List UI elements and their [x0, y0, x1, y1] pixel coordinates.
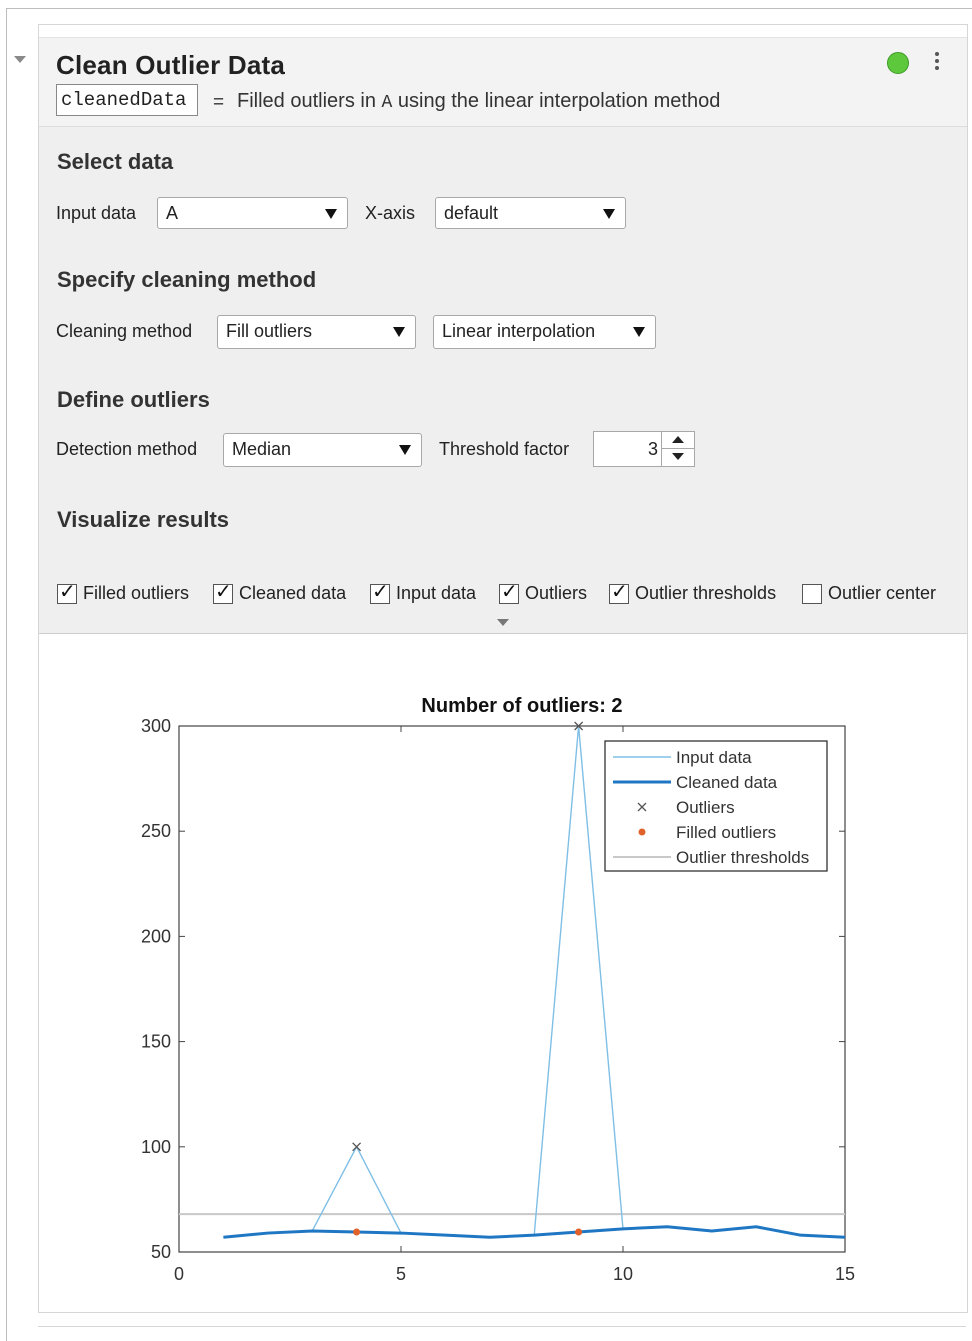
x-axis-value: default — [444, 203, 499, 223]
legend-label: Filled outliers — [676, 823, 776, 842]
outlier-chart: Number of outliers: 2 50 100 150 200 250 300 0 5… — [141, 695, 855, 1284]
checkmark-icon: ✓ — [372, 581, 389, 603]
legend-swatch-filled — [638, 828, 646, 836]
threshold-factor-spinner[interactable]: 3 — [593, 431, 695, 467]
expand-controls-icon[interactable] — [497, 619, 509, 626]
checkmark-icon: ✓ — [501, 581, 518, 603]
checkbox-box[interactable]: ✓ — [370, 581, 390, 604]
live-task-panel: Clean Outlier Data cleanedData = Filled … — [38, 24, 968, 1313]
summary-prefix: Filled outliers in — [237, 90, 382, 112]
input-data-dropdown[interactable]: A — [157, 197, 348, 229]
chevron-down-icon — [633, 327, 645, 337]
select-data-heading: Select data — [57, 149, 174, 174]
legend-label: Outliers — [676, 798, 735, 817]
y-tick-label: 300 — [141, 716, 171, 736]
checkbox-label: Outlier thresholds — [635, 583, 777, 603]
detection-method-dropdown[interactable]: Median — [223, 433, 422, 467]
x-tick-label: 10 — [613, 1264, 633, 1284]
chevron-down-icon — [393, 327, 405, 337]
checkbox-box[interactable]: ✓ — [609, 581, 629, 604]
cleaning-method-label: Cleaning method — [56, 321, 193, 341]
checkbox-label: Filled outliers — [83, 583, 190, 603]
chevron-down-icon — [325, 209, 337, 219]
collapse-section-icon[interactable] — [14, 56, 26, 63]
x-tick-label: 5 — [396, 1264, 406, 1284]
legend-label: Input data — [676, 748, 752, 767]
checkmark-icon: ✓ — [59, 581, 76, 603]
checkbox-box[interactable]: ✓ — [213, 581, 233, 604]
checkbox-label: Input data — [396, 583, 477, 603]
output-variable-field[interactable]: cleanedData — [56, 84, 198, 116]
x-tick-label: 0 — [174, 1264, 184, 1284]
x-tick-label: 15 — [835, 1264, 855, 1284]
detection-method-label: Detection method — [56, 439, 198, 459]
checkmark-icon: ✓ — [215, 581, 232, 603]
page-border-top — [6, 8, 972, 9]
y-tick-label: 150 — [141, 1032, 171, 1052]
checkbox-label: Outlier center — [828, 583, 937, 603]
checkmark-icon: ✓ — [611, 581, 628, 603]
filled-outlier-marker — [353, 1228, 361, 1236]
fill-method-value: Linear interpolation — [442, 321, 596, 341]
options-menu-icon[interactable] — [933, 52, 941, 74]
checkbox-box[interactable]: ✓ — [57, 581, 77, 604]
define-outliers-heading: Define outliers — [57, 387, 210, 412]
cleaning-method-value: Fill outliers — [226, 321, 313, 341]
chart-title: Number of outliers: 2 — [421, 695, 622, 717]
chevron-down-icon — [399, 445, 411, 455]
checkbox-box[interactable]: ✓ — [499, 581, 519, 604]
cleaning-method-heading: Specify cleaning method — [57, 267, 317, 292]
chart-area: Number of outliers: 2 50 100 150 200 250 300 0 5… — [39, 634, 967, 1312]
checkbox-label: Cleaned data — [239, 583, 347, 603]
y-tick-label: 200 — [141, 926, 171, 946]
y-tick-label: 250 — [141, 821, 171, 841]
cleaning-method-dropdown[interactable]: Fill outliers — [217, 315, 416, 349]
task-top-strip — [39, 25, 967, 38]
summary-suffix: using the linear interpolation method — [392, 90, 721, 112]
task-controls: Select data Input data A X-axis default … — [39, 127, 967, 634]
checkbox-label: Outliers — [525, 583, 588, 603]
fill-method-dropdown[interactable]: Linear interpolation — [433, 315, 656, 349]
y-tick-label: 50 — [151, 1242, 171, 1262]
x-axis-dropdown[interactable]: default — [435, 197, 626, 229]
chevron-down-icon — [603, 209, 615, 219]
spinner-down-icon[interactable] — [662, 449, 694, 466]
task-header: Clean Outlier Data cleanedData = Filled … — [39, 38, 967, 127]
legend-label: Cleaned data — [676, 773, 778, 792]
input-data-value: A — [166, 203, 179, 223]
visualize-results-heading: Visualize results — [57, 507, 230, 532]
legend-label: Outlier thresholds — [676, 848, 809, 867]
task-summary: Filled outliers in A using the linear in… — [237, 90, 720, 113]
x-axis-label: X-axis — [365, 203, 416, 223]
summary-variable: A — [381, 93, 393, 113]
input-data-label: Input data — [56, 203, 137, 223]
equals-sign: = — [213, 92, 225, 113]
page-bottom-line — [38, 1326, 966, 1327]
threshold-factor-value: 3 — [647, 439, 658, 459]
status-indicator-icon — [887, 52, 909, 74]
checkbox-box[interactable] — [802, 584, 822, 604]
spinner-buttons — [661, 432, 694, 466]
filled-outlier-marker — [575, 1228, 583, 1236]
threshold-factor-label: Threshold factor — [439, 439, 570, 459]
y-tick-label: 100 — [141, 1137, 171, 1157]
task-title: Clean Outlier Data — [56, 50, 285, 80]
page-border-left — [6, 8, 7, 1341]
spinner-up-icon[interactable] — [662, 432, 694, 449]
detection-method-value: Median — [232, 439, 292, 459]
